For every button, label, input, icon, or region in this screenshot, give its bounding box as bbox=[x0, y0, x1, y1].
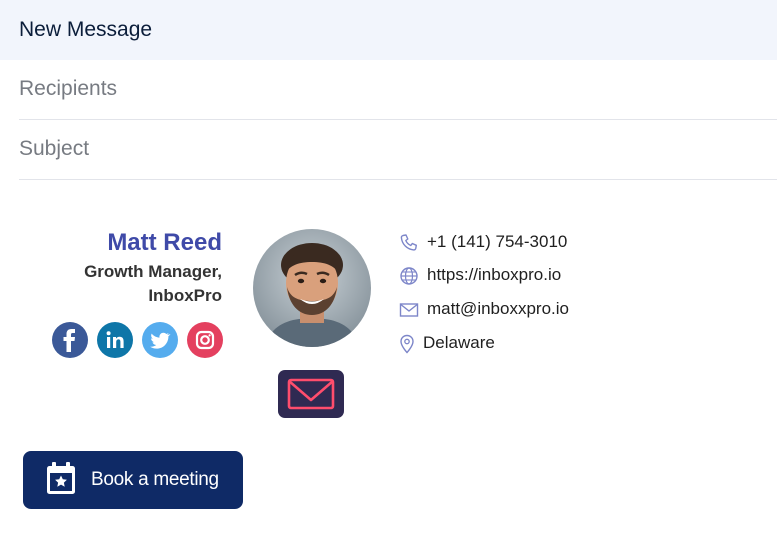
signature-name: Matt Reed bbox=[107, 229, 222, 256]
signature-role: Growth Manager, InboxPro bbox=[84, 260, 222, 308]
book-meeting-button[interactable]: Book a meeting bbox=[23, 451, 243, 509]
twitter-icon[interactable] bbox=[142, 322, 178, 358]
linkedin-icon[interactable] bbox=[97, 322, 133, 358]
facebook-icon[interactable] bbox=[52, 322, 88, 358]
instagram-icon[interactable] bbox=[187, 322, 223, 358]
globe-icon bbox=[400, 267, 418, 285]
email-text[interactable]: matt@inboxxpro.io bbox=[427, 298, 569, 320]
subject-placeholder[interactable]: Subject bbox=[19, 137, 89, 161]
signature-role-title: Growth Manager, bbox=[84, 262, 222, 281]
location-pin-icon bbox=[400, 334, 414, 354]
book-meeting-label[interactable]: Book a meeting bbox=[91, 469, 219, 491]
signature-company: InboxPro bbox=[148, 286, 222, 305]
mail-icon[interactable] bbox=[278, 370, 344, 418]
recipients-placeholder[interactable]: Recipients bbox=[19, 77, 117, 101]
email-icon bbox=[399, 303, 419, 317]
compose-header: New Message bbox=[0, 0, 777, 60]
location-text: Delaware bbox=[423, 333, 495, 352]
website-text[interactable]: https://inboxpro.io bbox=[427, 264, 561, 286]
phone-text[interactable]: +1 (141) 754-3010 bbox=[427, 231, 567, 253]
avatar bbox=[253, 229, 371, 347]
recipients-field[interactable]: Recipients bbox=[19, 60, 777, 120]
phone-icon bbox=[400, 234, 417, 251]
subject-field[interactable]: Subject bbox=[19, 120, 777, 180]
compose-title: New Message bbox=[19, 18, 153, 41]
calendar-star-icon bbox=[47, 462, 75, 494]
